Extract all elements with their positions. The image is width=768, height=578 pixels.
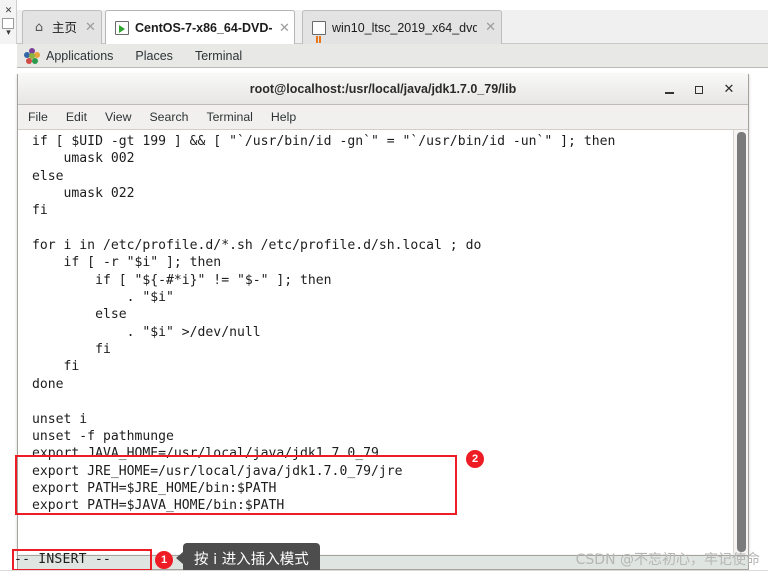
tab-win10-label: win10_ltsc_2019_x64_dvd <box>332 20 478 35</box>
terminal-titlebar[interactable]: root@localhost:/usr/local/java/jdk1.7.0_… <box>18 74 748 105</box>
annotation-badge-1: 1 <box>155 551 173 569</box>
vim-status-line: -- INSERT -- <box>14 552 111 567</box>
gnome-top-panel: Applications Places Terminal <box>17 44 768 68</box>
terminal-scrollbar[interactable] <box>733 130 748 554</box>
tab-home[interactable]: ⌂ 主页 ✕ <box>22 10 102 44</box>
terminal-body[interactable]: if [ $UID -gt 199 ] && [ "`/usr/bin/id -… <box>18 130 748 554</box>
menu-search[interactable]: Search <box>149 105 188 130</box>
home-icon: ⌂ <box>34 19 44 35</box>
tabstrip-top-filler <box>0 0 768 10</box>
tab-win10-close-icon[interactable]: ✕ <box>484 21 497 34</box>
window-controls: ✕ <box>654 74 744 105</box>
tab-home-label: 主页 <box>52 20 77 35</box>
terminal-title: root@localhost:/usr/local/java/jdk1.7.0_… <box>249 82 517 96</box>
csdn-watermark: CSDN @不忘初心，牢记使命 <box>575 552 760 568</box>
panel-menu-places[interactable]: Places <box>135 44 173 68</box>
left-side-rail: ✕ ▾ <box>0 0 17 44</box>
menu-view[interactable]: View <box>105 105 131 130</box>
screenshot-root: ✕ ▾ ⌂ 主页 ✕ CentOS-7-x86_64-DVD-20... ✕ w… <box>0 0 768 578</box>
terminal-menubar: File Edit View Search Terminal Help <box>18 105 748 130</box>
minimize-button[interactable] <box>654 77 684 102</box>
menu-terminal[interactable]: Terminal <box>206 105 252 130</box>
annotation-tooltip: 按 i 进入插入模式 <box>176 543 320 573</box>
disc-pause-icon <box>312 20 326 43</box>
tab-centos-label: CentOS-7-x86_64-DVD-20... <box>135 21 272 35</box>
menu-file[interactable]: File <box>28 105 48 130</box>
panel-menu-applications[interactable]: Applications <box>46 44 113 68</box>
maximize-button[interactable] <box>684 77 714 102</box>
annotation-badge-2: 2 <box>466 450 484 468</box>
tab-win10[interactable]: win10_ltsc_2019_x64_dvd ✕ <box>302 10 502 44</box>
browser-tabstrip: ✕ ▾ ⌂ 主页 ✕ CentOS-7-x86_64-DVD-20... ✕ w… <box>0 0 768 45</box>
page-bottom-strip <box>0 570 768 578</box>
panel-menu-terminal[interactable]: Terminal <box>195 44 242 68</box>
tab-centos[interactable]: CentOS-7-x86_64-DVD-20... ✕ <box>105 10 295 45</box>
close-button[interactable]: ✕ <box>714 77 744 102</box>
rail-chevron-down-icon[interactable]: ▾ <box>2 28 15 39</box>
menu-help[interactable]: Help <box>271 105 296 130</box>
terminal-text-content: if [ $UID -gt 199 ] && [ "`/usr/bin/id -… <box>32 134 616 514</box>
menu-edit[interactable]: Edit <box>66 105 87 130</box>
fedora-logo-icon <box>24 47 40 64</box>
rail-close-icon[interactable]: ✕ <box>2 6 15 17</box>
terminal-scrollbar-thumb[interactable] <box>737 132 746 552</box>
terminal-window: root@localhost:/usr/local/java/jdk1.7.0_… <box>17 74 749 556</box>
tab-centos-close-icon[interactable]: ✕ <box>279 22 290 35</box>
disc-play-icon <box>115 21 129 35</box>
tab-home-close-icon[interactable]: ✕ <box>84 21 97 34</box>
